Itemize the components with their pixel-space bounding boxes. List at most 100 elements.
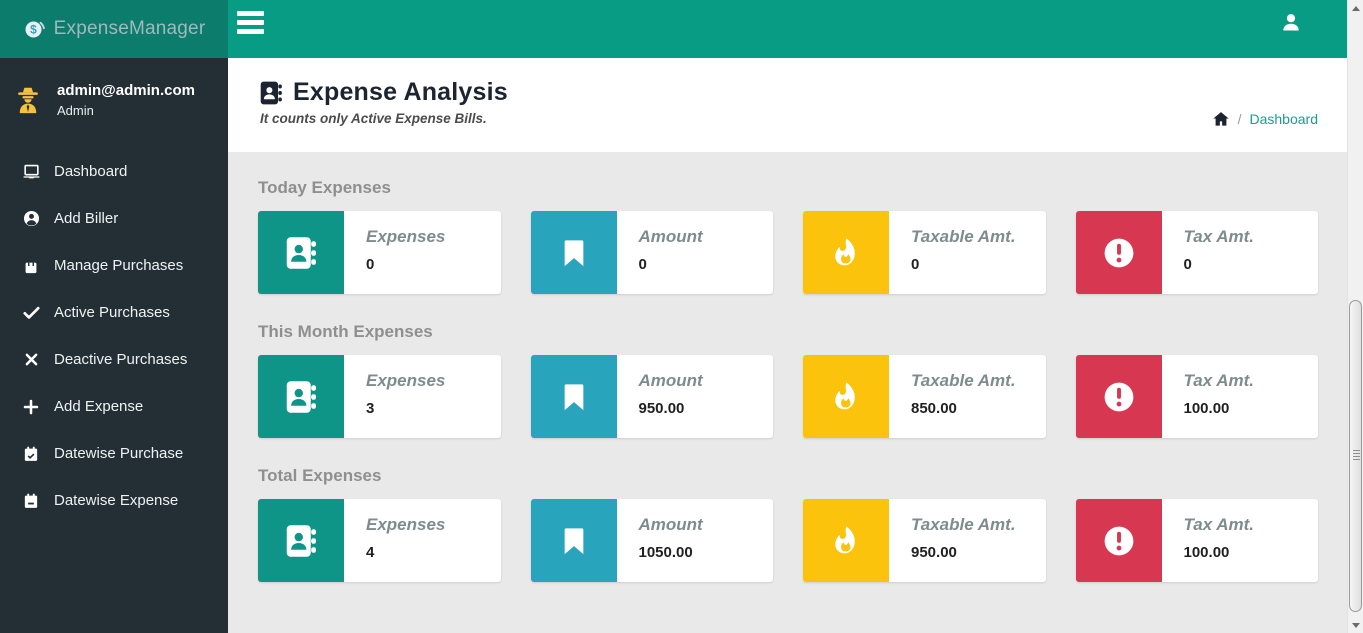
stat-card-taxable-amt: Taxable Amt. 950.00 bbox=[803, 499, 1046, 582]
section-title: This Month Expenses bbox=[258, 322, 433, 341]
times-icon bbox=[21, 350, 41, 370]
sidebar-item-add-biller[interactable]: Add Biller bbox=[0, 195, 228, 242]
stat-card-amount: Amount 0 bbox=[530, 211, 773, 294]
sidebar: $ ExpenseManager admin@admin.com Admin D… bbox=[0, 0, 228, 633]
calendar-minus-icon bbox=[21, 491, 41, 511]
address-book-icon bbox=[258, 211, 344, 294]
stat-card-amount: Amount 1050.00 bbox=[530, 499, 773, 582]
stat-label: Taxable Amt. bbox=[911, 515, 1016, 534]
sidebar-item-datewise-expense[interactable]: Datewise Expense bbox=[0, 477, 228, 524]
sidebar-toggle-button[interactable] bbox=[237, 9, 265, 46]
stat-card-tax-amt: Tax Amt. 100.00 bbox=[1075, 355, 1318, 438]
exclamation-circle-icon bbox=[1075, 499, 1162, 582]
stat-label: Taxable Amt. bbox=[911, 371, 1016, 390]
address-book-icon bbox=[260, 81, 282, 104]
stat-label: Amount bbox=[638, 515, 703, 534]
fire-icon bbox=[803, 499, 889, 582]
stat-value: 3 bbox=[366, 400, 375, 417]
user-panel: admin@admin.com Admin bbox=[0, 58, 228, 124]
user-icon bbox=[1283, 14, 1299, 31]
scrollbar-thumb[interactable] bbox=[1349, 300, 1362, 612]
stat-label: Amount bbox=[638, 227, 703, 246]
stat-value: 0 bbox=[1183, 256, 1192, 273]
coin-logo-icon: $ bbox=[25, 21, 45, 38]
stat-label: Taxable Amt. bbox=[911, 227, 1016, 246]
stat-card-tax-amt: Tax Amt. 100.00 bbox=[1075, 499, 1318, 582]
bookmark-icon bbox=[530, 499, 617, 582]
sidebar-item-label: Datewise Purchase bbox=[54, 445, 184, 462]
sidebar-item-label: Dashboard bbox=[54, 163, 128, 180]
section-this-month-expenses: This Month Expenses Expenses 3 Amount 95… bbox=[258, 322, 1318, 438]
sidebar-item-label: Add Biller bbox=[54, 210, 119, 227]
stat-label: Tax Amt. bbox=[1183, 371, 1255, 390]
breadcrumb: / Dashboard bbox=[1212, 110, 1318, 128]
stat-value: 850.00 bbox=[911, 400, 957, 417]
shopping-bag-icon bbox=[21, 256, 41, 276]
user-email: admin@admin.com bbox=[57, 82, 195, 99]
stat-label: Tax Amt. bbox=[1183, 515, 1255, 534]
stat-label: Expenses bbox=[366, 515, 446, 534]
stat-value: 1050.00 bbox=[638, 544, 693, 561]
sidebar-item-label: Datewise Expense bbox=[54, 492, 179, 509]
section-today-expenses: Today Expenses Expenses 0 Amount 0 Taxab… bbox=[258, 178, 1318, 294]
sidebar-item-add-expense[interactable]: Add Expense bbox=[0, 383, 228, 430]
sidebar-item-label: Manage Purchases bbox=[54, 257, 184, 274]
stat-value: 100.00 bbox=[1183, 400, 1230, 417]
stat-value: 950.00 bbox=[911, 544, 957, 561]
sidebar-item-dashboard[interactable]: Dashboard bbox=[0, 148, 228, 195]
sidebar-item-label: Add Expense bbox=[54, 398, 144, 415]
check-icon bbox=[21, 303, 41, 323]
sidebar-item-label: Active Purchases bbox=[54, 304, 170, 321]
stat-card-amount: Amount 950.00 bbox=[530, 355, 773, 438]
main-content: Expense Analysis It counts only Active E… bbox=[228, 58, 1347, 633]
breadcrumb-dashboard-link[interactable]: Dashboard bbox=[1250, 111, 1319, 127]
section-title: Today Expenses bbox=[258, 178, 391, 197]
expense-manager-app: $ ExpenseManager admin@admin.com Admin D… bbox=[0, 0, 1363, 633]
stat-label: Amount bbox=[638, 371, 703, 390]
sidebar-item-deactive-purchases[interactable]: Deactive Purchases bbox=[0, 336, 228, 383]
exclamation-circle-icon bbox=[1075, 211, 1162, 294]
address-book-icon bbox=[258, 499, 344, 582]
user-circle-icon bbox=[21, 209, 41, 229]
breadcrumb-separator: / bbox=[1237, 111, 1242, 127]
section-title: Total Expenses bbox=[258, 466, 382, 485]
calendar-check-icon bbox=[21, 444, 41, 464]
stat-card-taxable-amt: Taxable Amt. 0 bbox=[803, 211, 1046, 294]
stat-value: 0 bbox=[366, 256, 375, 273]
stat-card-tax-amt: Tax Amt. 0 bbox=[1075, 211, 1318, 294]
topbar bbox=[228, 0, 1347, 58]
address-book-icon bbox=[258, 355, 344, 438]
sidebar-item-active-purchases[interactable]: Active Purchases bbox=[0, 289, 228, 336]
stat-card-expenses: Expenses 4 bbox=[258, 499, 501, 582]
fire-icon bbox=[803, 355, 889, 438]
stat-label: Tax Amt. bbox=[1183, 227, 1255, 246]
logo[interactable]: $ ExpenseManager bbox=[0, 0, 228, 58]
stat-value: 950.00 bbox=[638, 400, 685, 417]
home-icon[interactable] bbox=[1212, 110, 1230, 128]
page-subtitle: It counts only Active Expense Bills. bbox=[260, 111, 487, 126]
section-total-expenses: Total Expenses Expenses 4 Amount 1050.00… bbox=[258, 466, 1318, 582]
sidebar-item-datewise-purchase[interactable]: Datewise Purchase bbox=[0, 430, 228, 477]
account-menu-button[interactable] bbox=[1279, 10, 1303, 34]
stat-value: 0 bbox=[911, 256, 920, 273]
stat-value: 0 bbox=[638, 256, 647, 273]
sidebar-nav: Dashboard Add Biller Manage Purchases Ac… bbox=[0, 148, 228, 524]
stat-card-expenses: Expenses 0 bbox=[258, 211, 501, 294]
scroll-down-arrow-icon[interactable] bbox=[1348, 617, 1363, 633]
user-secret-avatar-icon bbox=[18, 87, 38, 114]
logo-text: ExpenseManager bbox=[53, 18, 206, 39]
sidebar-item-label: Deactive Purchases bbox=[54, 351, 188, 368]
vertical-scrollbar[interactable] bbox=[1347, 0, 1363, 633]
stat-value: 100.00 bbox=[1183, 544, 1230, 561]
stat-label: Expenses bbox=[366, 371, 446, 390]
stat-value: 4 bbox=[366, 544, 375, 561]
bookmark-icon bbox=[530, 355, 617, 438]
scroll-up-arrow-icon[interactable] bbox=[1348, 0, 1363, 16]
fire-icon bbox=[803, 211, 889, 294]
stat-card-expenses: Expenses 3 bbox=[258, 355, 501, 438]
laptop-icon bbox=[21, 162, 41, 182]
plus-icon bbox=[21, 397, 41, 417]
sidebar-item-manage-purchases[interactable]: Manage Purchases bbox=[0, 242, 228, 289]
content-body: Today Expenses Expenses 0 Amount 0 Taxab… bbox=[228, 152, 1347, 582]
page-header: Expense Analysis It counts only Active E… bbox=[228, 58, 1347, 152]
